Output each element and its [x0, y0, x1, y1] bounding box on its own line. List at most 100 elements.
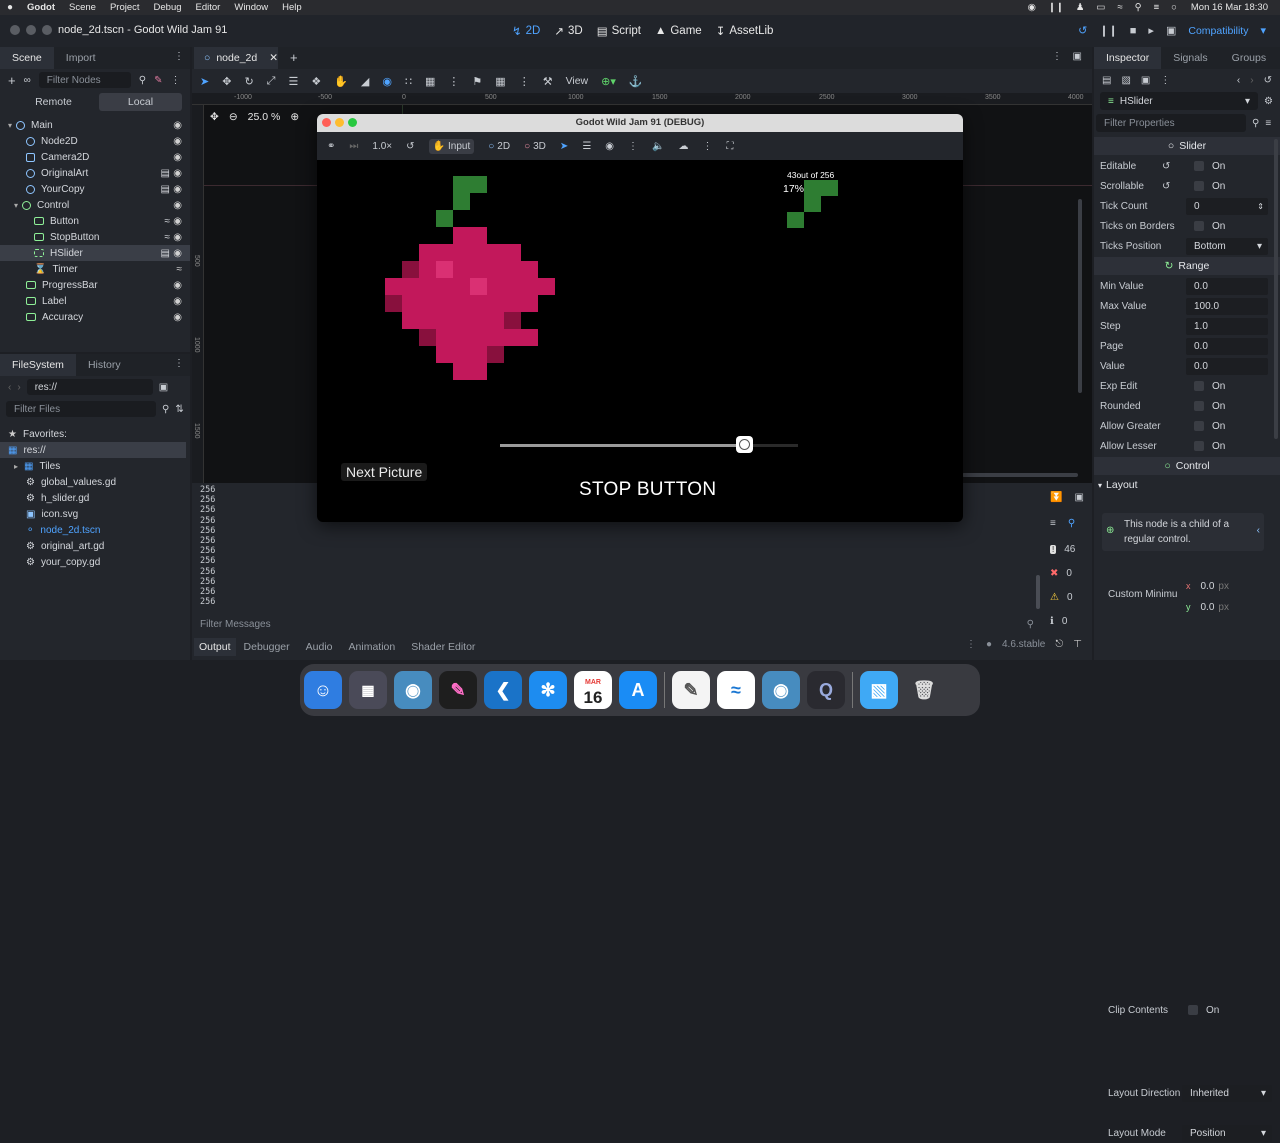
remote-tab[interactable]: Remote [8, 96, 99, 108]
menu-scene[interactable]: Scene [62, 2, 103, 13]
quicktime-icon[interactable]: Q [807, 671, 845, 709]
menu-window[interactable]: Window [227, 2, 275, 13]
layout-group[interactable]: ▾ Layout [1094, 476, 1280, 494]
prop-step[interactable]: Step 1.0 [1094, 316, 1280, 336]
res-root-row[interactable]: ▦ res:// [0, 442, 186, 458]
prop-editable[interactable]: Editable ↺ On [1094, 156, 1280, 176]
prop-layout-mode[interactable]: Layout Mode Position ▾ [1102, 1123, 1272, 1143]
select-list-icon[interactable]: ☰ [288, 75, 298, 88]
kebab-icon[interactable]: ⋮ [448, 75, 459, 88]
pause-game-icon[interactable]: ❙❙ [1099, 24, 1117, 37]
script-icon[interactable]: ▤ [161, 168, 170, 179]
checkbox[interactable] [1194, 381, 1204, 391]
custom-min-x[interactable]: x 0.0 px [1186, 577, 1268, 595]
menu-editor[interactable]: Editor [189, 2, 228, 13]
scale-tool-icon[interactable]: ⤢ [267, 75, 276, 88]
launchpad-icon[interactable]: ▦ [349, 671, 387, 709]
pause-icon[interactable]: ❙❙ [1048, 2, 1064, 13]
app-store-icon[interactable]: A [619, 671, 657, 709]
battery-icon[interactable]: ▭ [1096, 2, 1105, 13]
input-mode-button[interactable]: ✋ Input [428, 138, 475, 154]
wifi-icon[interactable]: ≈ [1117, 2, 1122, 13]
calendar-icon[interactable]: MAR 16 [574, 671, 612, 709]
search-icon[interactable]: ⚲ [1068, 518, 1075, 529]
scene-tab[interactable]: ○ node_2d ✕ [194, 47, 278, 69]
section-slider[interactable]: ○ Slider [1094, 137, 1280, 155]
prop-page[interactable]: Page 0.0 [1094, 336, 1280, 356]
tab-scene[interactable]: Scene [0, 47, 54, 69]
group-icon[interactable]: ▦ [495, 75, 505, 88]
kebab-icon[interactable]: ⋮ [628, 141, 638, 152]
tree-row-timer[interactable]: ⌛ Timer ≈ [0, 261, 190, 277]
zoom-out-icon[interactable]: ⊖ [229, 111, 238, 123]
prop-tick-count[interactable]: Tick Count 0 ⇕ [1094, 196, 1280, 216]
checkbox[interactable] [1194, 421, 1204, 431]
filter-messages-input[interactable]: Filter Messages ⚲ [194, 615, 1040, 633]
copy-icon[interactable]: ▣ [1074, 492, 1083, 503]
visibility-icon[interactable]: ◉ [173, 232, 182, 243]
link-icon[interactable]: ∞ [24, 75, 31, 86]
record-icon[interactable]: ◉ [1028, 2, 1036, 13]
visibility-icon[interactable]: ◉ [173, 280, 182, 291]
tab-debugger[interactable]: Debugger [236, 638, 298, 656]
tree-row-control[interactable]: ▾ Control ◉ [0, 197, 190, 213]
section-range[interactable]: ↻ Range [1094, 257, 1280, 275]
prop-exp-edit[interactable]: Exp Edit On [1094, 376, 1280, 396]
prop-clip-contents[interactable]: Clip Contents On [1102, 1000, 1272, 1020]
visibility-icon[interactable]: ◉ [173, 120, 182, 131]
filter-nodes-input[interactable]: Filter Nodes [38, 72, 131, 88]
prop-ticks-on-borders[interactable]: Ticks on Borders On [1094, 216, 1280, 236]
menu-godot[interactable]: Godot [20, 2, 62, 13]
kebab-icon[interactable]: ⋮ [702, 141, 712, 152]
kebab-icon[interactable]: ⋮ [1160, 75, 1170, 86]
movie-icon[interactable]: ▣ [1166, 24, 1176, 37]
save-icon[interactable]: ▣ [1141, 75, 1150, 86]
trash-icon[interactable]: 🗑 [905, 671, 943, 709]
minimize-window-icon[interactable] [26, 25, 36, 35]
lock-icon[interactable]: ⚑ [472, 75, 482, 88]
tree-row-originalart[interactable]: OriginalArt ▤ ◉ [0, 165, 190, 181]
filter-icon[interactable]: ≡ [1050, 518, 1056, 529]
tree-row-main[interactable]: ▾ Main ◉ [0, 117, 190, 133]
visibility-icon[interactable]: ◉ [173, 136, 182, 147]
visibility-icon[interactable]: ◉ [173, 296, 182, 307]
tab-filesystem[interactable]: FileSystem [0, 354, 76, 376]
split-view-icon[interactable]: ▣ [159, 382, 168, 393]
godot-icon[interactable]: ◉ [394, 671, 432, 709]
camera-override-icon[interactable]: ☁ [678, 141, 688, 152]
tab-signals[interactable]: Signals [1161, 47, 1219, 69]
kebab-icon[interactable]: ⋮ [519, 75, 530, 88]
tree-row-stopbutton[interactable]: StopButton ≈ ◉ [0, 229, 190, 245]
custom-min-y[interactable]: y 0.0 px [1186, 598, 1268, 616]
siri-icon[interactable]: ○ [1171, 2, 1177, 13]
ruler-tool-icon[interactable]: ◢ [361, 75, 369, 88]
view-menu[interactable]: View [566, 75, 589, 87]
close-icon[interactable]: ✕ [269, 52, 278, 64]
tree-row-button[interactable]: Button ≈ ◉ [0, 213, 190, 229]
prop-value[interactable]: Value 0.0 [1094, 356, 1280, 376]
signal-icon[interactable]: ≈ [177, 264, 183, 275]
add-keyframe-icon[interactable]: ⊕▾ [601, 75, 616, 88]
tree-row-yourcopy[interactable]: YourCopy ▤ ◉ [0, 181, 190, 197]
fullscreen-icon[interactable]: ⛶ [726, 141, 733, 152]
distraction-free-icon[interactable]: ▣ [1073, 51, 1082, 62]
add-scene-tab-icon[interactable]: + [290, 50, 298, 65]
inspector-scrollbar[interactable] [1274, 139, 1278, 439]
history-forward-icon[interactable]: › [1250, 75, 1253, 86]
kebab-icon[interactable]: ⋮ [1052, 51, 1062, 62]
filter-properties-input[interactable]: Filter Properties [1096, 114, 1246, 132]
section-control[interactable]: ○ Control [1094, 457, 1280, 475]
checkbox[interactable] [1188, 1005, 1198, 1015]
pan-tool-icon[interactable]: ✋ [334, 75, 348, 88]
viewport-hscrollbar[interactable] [962, 473, 1078, 477]
chevron-down-icon[interactable]: ▾ [1261, 1128, 1266, 1139]
add-node-icon[interactable]: + [8, 73, 16, 88]
user-icon[interactable]: ♟ [1076, 2, 1085, 13]
warning-icon[interactable]: ⚠ [1050, 592, 1059, 603]
history-icon[interactable]: ↺ [1264, 75, 1272, 86]
prop-scrollable[interactable]: Scrollable ↺ On [1094, 176, 1280, 196]
close-window-icon[interactable] [10, 25, 20, 35]
checkbox[interactable] [1194, 221, 1204, 231]
pin-icon[interactable]: ⎋ [1055, 639, 1063, 650]
tab-history[interactable]: History [76, 354, 133, 376]
